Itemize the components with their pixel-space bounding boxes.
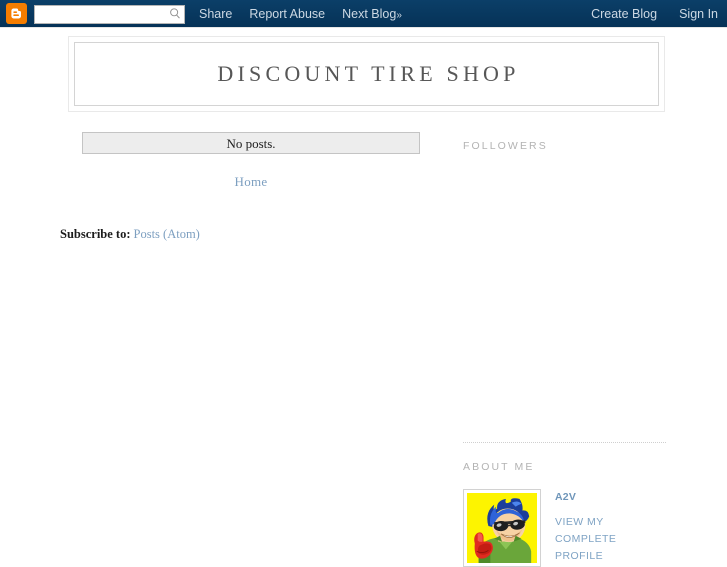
navbar-inner: Share Report Abuse Next Blog» Create Blo… [0,0,727,27]
about-me-widget: About Me [463,442,666,565]
feed-link-posts-atom[interactable]: Posts (Atom) [134,227,200,241]
blogger-logo-icon[interactable] [6,3,27,24]
navbar-link-report-abuse[interactable]: Report Abuse [249,7,325,21]
status-message-no-posts: No posts. [82,132,420,154]
about-me-body: A2V View my complete profile [463,489,666,565]
double-chevron-right-icon: » [396,10,402,21]
navbar-link-sign-in[interactable]: Sign In [679,7,718,21]
blog-header: DISCOUNT TIRE SHOP [68,36,665,112]
navbar-link-next-blog[interactable]: Next Blog» [342,7,402,21]
subscribe-label: Subscribe to: [60,227,131,241]
avatar[interactable] [463,489,541,567]
main-content-column: No posts. Home Subscribe to:Posts (Atom) [82,132,420,191]
navbar-link-create-blog[interactable]: Create Blog [591,7,657,21]
view-complete-profile-link[interactable]: View my complete profile [555,514,666,565]
about-me-widget-title: About Me [463,461,666,473]
widget-divider [463,442,666,443]
navbar-right-links: Create Blog Sign In [569,7,727,21]
navbar-link-share[interactable]: Share [199,7,232,21]
profile-name-link[interactable]: A2V [555,491,666,503]
feed-links: Subscribe to:Posts (Atom) [60,227,200,242]
followers-widget-title: Followers [463,140,548,152]
search-input[interactable] [34,5,185,24]
followers-widget: Followers [463,140,548,152]
navbar-link-next-blog-label: Next Blog [342,7,396,21]
blogger-navbar: Share Report Abuse Next Blog» Create Blo… [0,0,727,28]
blog-header-inner: DISCOUNT TIRE SHOP [74,42,659,106]
navbar-search [34,4,185,24]
profile-text: A2V View my complete profile [555,489,666,565]
blog-pager: Home [82,173,420,191]
blog-title[interactable]: DISCOUNT TIRE SHOP [213,61,519,87]
home-link[interactable]: Home [235,174,268,189]
